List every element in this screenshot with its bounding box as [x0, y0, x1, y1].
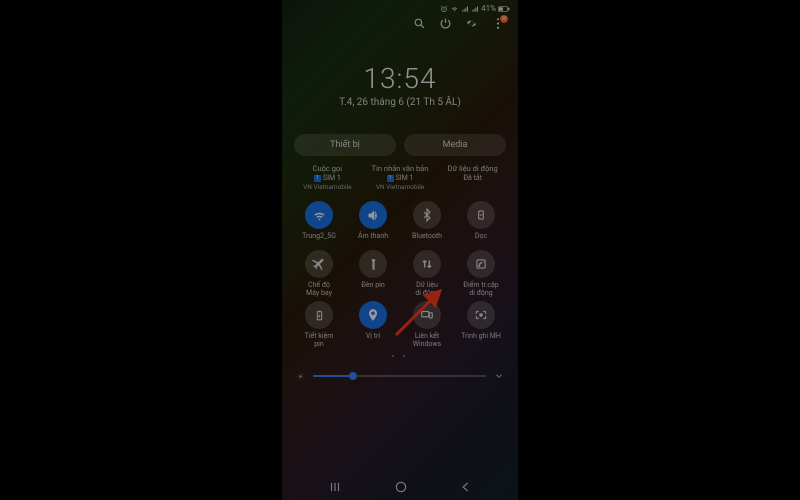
- brightness-thumb[interactable]: [349, 372, 357, 380]
- battery-icon: [498, 5, 510, 13]
- brightness-track[interactable]: [313, 375, 486, 377]
- flashlight-icon: [359, 250, 387, 278]
- battery-icon: [305, 301, 333, 329]
- tile-flashlight[interactable]: Đèn pin: [348, 250, 398, 297]
- sound-icon: [359, 201, 387, 229]
- power-icon[interactable]: [439, 17, 452, 30]
- signal2-icon: [471, 5, 479, 13]
- tile-hotspot[interactable]: Điểm tr.cậpdi động: [456, 250, 506, 297]
- nav-back[interactable]: [459, 480, 473, 494]
- tile-powersave[interactable]: Tiết kiệmpin: [294, 301, 344, 348]
- status-bar: 41%: [282, 0, 518, 15]
- phone-screen: 41% 13:54 T.4, 26 tháng 6 (21 Th 5 ÂL) T…: [282, 0, 518, 500]
- gear-icon[interactable]: [465, 17, 478, 30]
- clock-time: 13:54: [282, 62, 518, 95]
- location-icon: [359, 301, 387, 329]
- sim-title: Cuộc gọi: [294, 164, 361, 173]
- more-icon[interactable]: [491, 17, 504, 30]
- tile-location[interactable]: Vị trí: [348, 301, 398, 348]
- tile-bluetooth[interactable]: Bluetooth: [402, 201, 452, 246]
- nav-bar: [282, 474, 518, 500]
- wifi-icon: [305, 201, 333, 229]
- tile-airplane[interactable]: Chế độMáy bay: [294, 250, 344, 297]
- panel-actions: [282, 15, 518, 36]
- sim-chip-icon: 1: [314, 175, 321, 182]
- sim-title: Tin nhắn văn bản: [367, 164, 434, 173]
- tile-screenrecord[interactable]: Trình ghi MH: [456, 301, 506, 348]
- link-icon: [413, 301, 441, 329]
- clock-block: 13:54 T.4, 26 tháng 6 (21 Th 5 ÂL): [282, 62, 518, 108]
- alarm-icon: [440, 5, 448, 13]
- sim-carrier: VN Vietnamobile: [294, 183, 361, 191]
- tile-wifi[interactable]: Trung2_5G: [294, 201, 344, 246]
- battery-text: 41%: [481, 4, 496, 13]
- sim-data[interactable]: Dữ liệu di động Đã tắt: [439, 164, 506, 191]
- sim-title: Dữ liệu di động: [439, 164, 506, 173]
- bluetooth-icon: [413, 201, 441, 229]
- tile-linkwindows[interactable]: Liên kếtWindows: [402, 301, 452, 348]
- sim-chip-icon: 1: [387, 175, 394, 182]
- tab-devices[interactable]: Thiết bị: [294, 134, 396, 156]
- tab-media[interactable]: Media: [404, 134, 506, 156]
- airplane-icon: [305, 250, 333, 278]
- rotate-lock-icon: [467, 201, 495, 229]
- tile-sound[interactable]: Âm thanh: [348, 201, 398, 246]
- data-icon: [413, 250, 441, 278]
- sim-carrier: VN Vietnamobile: [367, 183, 434, 191]
- page-dots: • •: [282, 352, 518, 361]
- sun-icon: [296, 372, 305, 381]
- sim-row: Cuộc gọi 1SIM 1 VN Vietnamobile Tin nhắn…: [282, 164, 518, 191]
- sim-calls[interactable]: Cuộc gọi 1SIM 1 VN Vietnamobile: [294, 164, 361, 191]
- hotspot-icon: [467, 250, 495, 278]
- output-tabs: Thiết bị Media: [282, 134, 518, 156]
- brightness-slider[interactable]: [282, 371, 518, 381]
- quick-tiles: Trung2_5G Âm thanh Bluetooth Dọc Chế độM…: [282, 195, 518, 354]
- sim-sms[interactable]: Tin nhắn văn bản 1SIM 1 VN Vietnamobile: [367, 164, 434, 191]
- nav-home[interactable]: [394, 480, 408, 494]
- search-icon[interactable]: [413, 17, 426, 30]
- record-icon: [467, 301, 495, 329]
- tile-rotate[interactable]: Dọc: [456, 201, 506, 246]
- wifi-icon: [450, 5, 459, 13]
- signal-icon: [461, 5, 469, 13]
- nav-recent[interactable]: [327, 480, 343, 494]
- clock-date: T.4, 26 tháng 6 (21 Th 5 ÂL): [282, 97, 518, 108]
- tile-mobiledata[interactable]: Dữ liệudi động: [402, 250, 452, 297]
- chevron-down-icon[interactable]: [494, 371, 504, 381]
